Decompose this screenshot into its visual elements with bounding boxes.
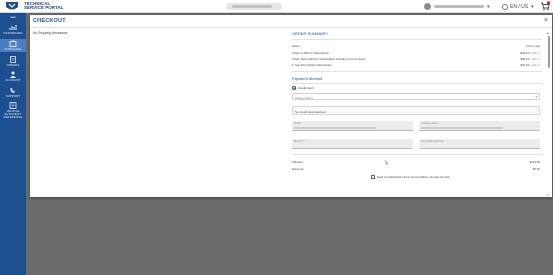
- item-qty: each x 1: [531, 65, 540, 67]
- subtotal-value: $144.00: [529, 160, 540, 164]
- sidebar-item-support[interactable]: SUPPORT: [0, 87, 26, 99]
- shipping-panel: No Shipping Necessary: [33, 31, 283, 191]
- order-summary-title: ORDER SUMMARY: [292, 31, 328, 36]
- chevron-down-icon: ▾: [531, 3, 534, 10]
- item-name: 3 Day of RSO.2 Subscription: [292, 51, 329, 55]
- item-name: 3 Day Tech Authority Subscription includ…: [292, 57, 366, 61]
- close-icon[interactable]: ×: [544, 17, 548, 24]
- redacted-text: [294, 126, 376, 129]
- divider: [292, 71, 542, 72]
- sidebar-item-label: ACCOUNT: [5, 78, 21, 82]
- column-price: Price / Qty: [526, 44, 541, 48]
- discount-label: Discount: [292, 167, 304, 171]
- no-card-banner: No credit card selected: [292, 106, 540, 115]
- sidebar-item-label: VEHICLE AUTHORITY REFERENCE: [3, 109, 23, 120]
- user-menu[interactable]: ▾: [424, 2, 490, 11]
- vin-search-pill[interactable]: [226, 3, 282, 10]
- divider: [292, 154, 542, 155]
- dashboard-icon: [9, 25, 17, 30]
- terms-checkbox[interactable]: [371, 175, 375, 179]
- scrollbar[interactable]: ▴ ▾: [547, 31, 550, 197]
- checkout-modal: CHECKOUT × No Shipping Necessary ORDER S…: [30, 15, 552, 197]
- tax-id-label: Tax ID/VAT (optional): [421, 140, 444, 143]
- sidebar-item-label: SUPPORT: [5, 94, 21, 98]
- credit-card-radio[interactable]: [292, 86, 296, 90]
- sidebar-item-label: DASHBOARD: [3, 31, 23, 35]
- purchase-icon: [9, 40, 17, 47]
- brand-line-2: SERVICE PORTAL: [24, 5, 64, 11]
- item-price: $36.00: [520, 57, 530, 61]
- reference-icon: [9, 102, 17, 109]
- sidebar: ••• DASHBOARD PURCHASE ORDERS ACCOUNT SU…: [0, 13, 26, 275]
- column-name: Name: [292, 44, 300, 48]
- divider: [292, 39, 542, 40]
- item-price: $20.00: [520, 63, 530, 67]
- summary-header-row: Name Price / Qty: [292, 44, 542, 48]
- cart-icon[interactable]: [540, 1, 550, 11]
- orders-icon: [10, 56, 16, 63]
- table-row: 3 Day of RSO.2 Subscription $64.00 each x…: [292, 51, 542, 55]
- credit-card-label: Credit Card: [298, 86, 314, 90]
- globe-icon: [502, 3, 508, 10]
- chevron-down-icon: ▾: [487, 3, 490, 10]
- support-icon: [10, 88, 15, 93]
- email-field[interactable]: Email *: [292, 121, 413, 131]
- order-panel: ORDER SUMMARY Name Price / Qty 3 Day of …: [292, 31, 546, 193]
- table-row: 1 Year SCU Flash Subscription $20.00 each…: [292, 63, 542, 67]
- sidebar-item-account[interactable]: ACCOUNT: [0, 71, 26, 83]
- tax-id-field[interactable]: Tax ID/VAT (optional): [419, 139, 540, 149]
- language-label: EN / US: [510, 3, 529, 10]
- discount-row: Discount $0.00: [292, 167, 542, 171]
- phone-field[interactable]: Phone # *: [292, 139, 413, 149]
- account-icon: [10, 71, 16, 78]
- subtotal-row: Subtotal $144.00: [292, 160, 542, 164]
- scroll-thumb[interactable]: [547, 36, 550, 68]
- shipping-note: No Shipping Necessary: [33, 31, 68, 35]
- redacted-text: [421, 126, 503, 129]
- chevron-down-icon: ▾: [535, 95, 537, 99]
- redacted-username: [434, 5, 484, 8]
- modal-title: CHECKOUT: [33, 18, 66, 24]
- modal-header: CHECKOUT ×: [30, 15, 552, 28]
- sidebar-item-label: PURCHASE: [4, 47, 22, 51]
- divider: [292, 83, 542, 84]
- phone-label: Phone # *: [294, 140, 305, 143]
- select-placeholder: Please Select: [295, 95, 313, 100]
- card-select[interactable]: Please Select ▾: [292, 93, 540, 100]
- payment-method-title: Payment Method: [292, 76, 323, 81]
- table-row: 3 Day Tech Authority Subscription includ…: [292, 57, 542, 61]
- scroll-up-icon[interactable]: ▴: [547, 31, 549, 35]
- item-price: $64.00: [520, 51, 530, 55]
- more-dots-icon[interactable]: •••: [0, 16, 26, 21]
- email-label: Email *: [294, 122, 302, 125]
- discount-value: $0.00: [532, 167, 540, 171]
- sidebar-item-label: ORDERS: [6, 63, 20, 67]
- terms-label: Read our Subscription Terms and Conditio…: [377, 175, 451, 179]
- no-card-text: No credit card selected: [295, 110, 326, 114]
- company-field[interactable]: Company Name: [419, 121, 540, 131]
- scroll-down-icon[interactable]: ▾: [547, 193, 549, 197]
- subtotal-label: Subtotal: [292, 160, 303, 164]
- item-qty: each x 1: [531, 59, 540, 61]
- mouse-cursor-icon: [385, 160, 389, 165]
- company-label: Company Name: [421, 122, 439, 125]
- sidebar-item-orders[interactable]: ORDERS: [0, 56, 26, 68]
- item-qty: each x 1: [531, 53, 540, 55]
- brand-name: TECHNICAL SERVICE PORTAL: [24, 1, 64, 11]
- item-name: 1 Year SCU Flash Subscription: [292, 63, 332, 67]
- sidebar-item-purchase[interactable]: PURCHASE: [0, 39, 26, 52]
- language-selector[interactable]: EN / US ▾: [502, 2, 534, 11]
- mopar-logo[interactable]: [3, 1, 21, 12]
- redacted-text: [232, 5, 272, 8]
- top-bar: TECHNICAL SERVICE PORTAL ▾ EN / US ▾: [0, 0, 553, 13]
- sidebar-item-vehicle-authority-reference[interactable]: VEHICLE AUTHORITY REFERENCE: [0, 102, 26, 122]
- sidebar-item-dashboard[interactable]: DASHBOARD: [0, 24, 26, 36]
- avatar-icon: [424, 3, 431, 10]
